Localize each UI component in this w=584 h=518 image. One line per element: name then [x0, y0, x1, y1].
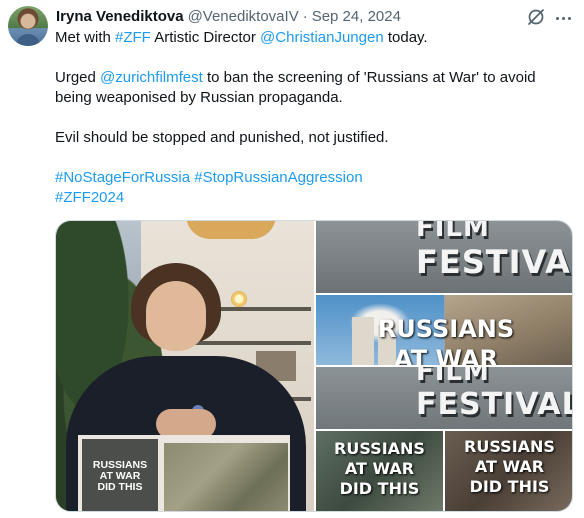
tile-text-line: AT WAR — [474, 457, 545, 476]
author-name[interactable]: Iryna Venediktova — [56, 8, 184, 25]
media-grid: RUSSIANS AT WAR DID THIS FILM FESTIVAL R… — [55, 220, 573, 512]
sign-festival: FESTIVAL — [416, 387, 573, 422]
text-segment: Artistic Director — [150, 29, 261, 46]
tweet-date[interactable]: Sep 24, 2024 — [312, 8, 401, 25]
poster-text-line: RUSSIANS — [92, 458, 148, 471]
media-tile-b[interactable]: RUSSIANS AT WAR DID THIS — [445, 431, 572, 511]
hashtag-zff[interactable]: #ZFF — [115, 29, 151, 46]
tweet-header: Iryna Venediktova @VenediktovaIV · Sep 2… — [56, 6, 401, 26]
tweet-line-1: Met with #ZFF Artistic Director @Christi… — [55, 28, 575, 48]
tweet-line-2: Urged @zurichfilmfest to ban the screeni… — [55, 68, 575, 88]
rooftop-object — [186, 221, 276, 239]
hashtags-line-2[interactable]: #ZFF2024 — [55, 188, 575, 208]
poster-text-line: AT WAR — [99, 469, 141, 482]
text-segment: to ban the screening of 'Russians at War… — [202, 69, 536, 86]
tweet-line-4: Evil should be stopped and punished, not… — [55, 129, 389, 146]
tile-text-line: DID THIS — [339, 479, 420, 498]
tile-text-line: RUSSIANS — [334, 439, 425, 458]
tile-a-text: RUSSIANS AT WAR DID THIS — [316, 439, 443, 499]
tile-b-text: RUSSIANS AT WAR DID THIS — [445, 437, 572, 497]
tile-text-line: DID THIS — [469, 477, 550, 496]
sign-film: FILM — [416, 367, 490, 387]
building — [352, 317, 374, 365]
poster-text-panel: RUSSIANS AT WAR DID THIS — [82, 439, 158, 511]
media-photo-festival-sign[interactable]: FILM FESTIVAL — [316, 221, 572, 293]
media-photo-main[interactable]: RUSSIANS AT WAR DID THIS — [56, 221, 314, 511]
media-tile-a[interactable]: RUSSIANS AT WAR DID THIS — [316, 431, 443, 511]
poster-photo — [164, 443, 288, 511]
text-segment: Urged — [55, 69, 101, 86]
tweet-text: Met with #ZFF Artistic Director @Christi… — [55, 28, 575, 208]
tweet-line-3: being weaponised by Russian propaganda. — [55, 89, 343, 106]
sign-film: FILM — [416, 221, 490, 243]
mention-christianjungen[interactable]: @ChristianJungen — [260, 29, 384, 46]
text-segment: Met with — [55, 29, 116, 46]
sign-festival: FESTIVAL — [416, 243, 572, 281]
lamp — [231, 291, 247, 307]
mention-zurichfilmfest[interactable]: @zurichfilmfest — [100, 69, 203, 86]
author-handle[interactable]: @VenediktovaIV — [188, 8, 299, 25]
grok-icon[interactable] — [526, 7, 546, 27]
media-photo-festival-sign-2[interactable]: FILM FESTIVAL — [316, 367, 573, 429]
media-photo-collage[interactable]: RUSSIANS AT WAR — [316, 295, 572, 365]
tile-text-line: RUSSIANS — [464, 437, 555, 456]
author-avatar[interactable] — [8, 6, 48, 46]
header-separator: · — [302, 7, 308, 25]
poster-text-line: DID THIS — [97, 480, 143, 493]
collage-title-1: RUSSIANS — [377, 315, 515, 343]
person-face — [146, 281, 206, 351]
hashtags-line-1[interactable]: #NoStageForRussia #StopRussianAggression — [55, 168, 575, 188]
text-segment: today. — [383, 29, 428, 46]
collage-title-2: AT WAR — [394, 345, 498, 365]
tile-text-line: AT WAR — [344, 459, 415, 478]
more-options-icon[interactable] — [552, 8, 574, 28]
